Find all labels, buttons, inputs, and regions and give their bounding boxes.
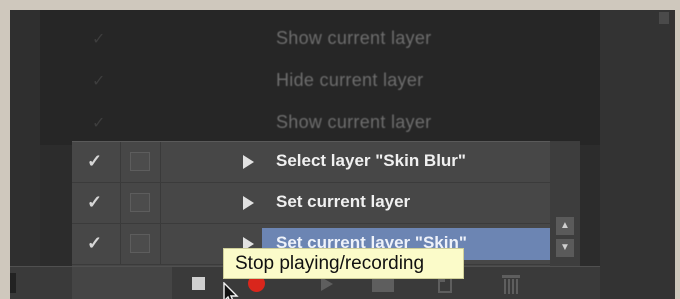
toggle-check-icon[interactable]: ✓: [87, 192, 102, 213]
dialog-toggle-box[interactable]: [130, 234, 150, 253]
delete-button[interactable]: [500, 273, 522, 295]
play-triangle-icon: [321, 277, 333, 291]
column-divider: [160, 142, 161, 182]
actions-panel: ✓ Show current layer ✓ Hide current laye…: [10, 10, 675, 299]
toggle-check-icon[interactable]: ✓: [87, 233, 102, 254]
table-row[interactable]: ✓ Set current layer: [72, 183, 560, 224]
page-edge: [675, 0, 680, 299]
action-step-label: Show current layer: [276, 112, 432, 132]
folder-icon: [372, 279, 394, 292]
scrollbar[interactable]: ▲ ▼: [550, 141, 580, 266]
scroll-up-arrow-icon[interactable]: ▲: [556, 217, 574, 235]
expand-triangle-icon[interactable]: [243, 155, 254, 169]
table-row[interactable]: ✓ Select layer "Skin Blur": [72, 142, 560, 183]
panel-right-gutter: [600, 10, 675, 299]
panel-resize-handle[interactable]: [10, 273, 16, 293]
column-divider: [120, 224, 121, 264]
action-step-label: Show current layer: [276, 28, 432, 48]
panel-left-gutter: [10, 10, 40, 299]
list-item[interactable]: ✓ Show current layer: [40, 16, 600, 58]
mouse-pointer-icon: [223, 282, 239, 299]
expand-triangle-icon[interactable]: [243, 196, 254, 210]
column-divider: [120, 142, 121, 182]
dialog-toggle-box[interactable]: [130, 152, 150, 171]
trash-icon: [504, 279, 518, 294]
action-step-label: Hide current layer: [276, 70, 424, 90]
column-divider: [160, 224, 161, 264]
toggle-check-icon[interactable]: ✓: [92, 71, 105, 91]
toggle-check-icon[interactable]: ✓: [92, 29, 105, 49]
toolbar-spacer: [72, 267, 172, 299]
trash-lid-icon: [502, 275, 520, 278]
action-step-label: Set current layer: [276, 192, 411, 211]
stop-square-icon: [192, 277, 205, 290]
dialog-toggle-box[interactable]: [130, 193, 150, 212]
list-item[interactable]: ✓ Hide current layer: [40, 58, 600, 100]
stop-button[interactable]: [188, 273, 210, 295]
scroll-down-arrow-icon[interactable]: ▼: [556, 239, 574, 257]
panel-menu-icon[interactable]: [659, 12, 669, 24]
tooltip: Stop playing/recording: [223, 248, 464, 279]
toggle-check-icon[interactable]: ✓: [92, 113, 105, 133]
toggle-check-icon[interactable]: ✓: [87, 151, 102, 172]
column-divider: [160, 183, 161, 223]
column-divider: [120, 183, 121, 223]
action-step-label: Select layer "Skin Blur": [276, 151, 466, 170]
list-item[interactable]: ✓ Show current layer: [40, 100, 600, 142]
